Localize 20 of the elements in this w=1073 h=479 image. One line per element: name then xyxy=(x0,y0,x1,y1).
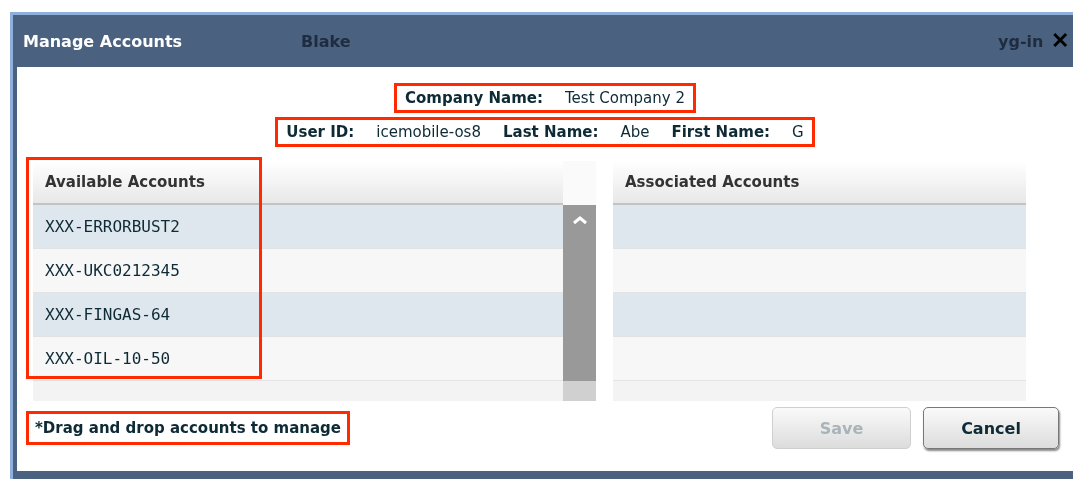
field-label: User ID: xyxy=(286,123,355,141)
field-value: Test Company 2 xyxy=(565,89,685,107)
hint-text: *Drag and drop accounts to manage xyxy=(26,411,350,445)
field-value: Abe xyxy=(620,123,650,141)
faded-text: yg-in xyxy=(998,31,1044,51)
faded-text: Blake xyxy=(301,31,351,51)
window-title: Manage Accounts xyxy=(23,31,183,51)
account-row[interactable]: XXX-OIL-10-50 xyxy=(33,337,563,381)
field-label: Company Name: xyxy=(405,89,543,107)
account-row[interactable]: XXX-UKC0212345 xyxy=(33,249,563,293)
field-label: Last Name: xyxy=(503,123,599,141)
field-label: First Name: xyxy=(671,123,771,141)
scrollbar-thumb[interactable] xyxy=(563,205,596,381)
chevron-up-icon[interactable] xyxy=(571,215,588,225)
field-value: G xyxy=(792,123,804,141)
scrollbar-header xyxy=(563,161,596,205)
account-row[interactable]: XXX-FINGAS-64 xyxy=(33,293,563,337)
field-value: icemobile-os8 xyxy=(376,123,481,141)
cancel-button[interactable]: Cancel xyxy=(923,407,1059,449)
account-row[interactable]: XXX-ERRORBUST2 xyxy=(33,205,563,249)
